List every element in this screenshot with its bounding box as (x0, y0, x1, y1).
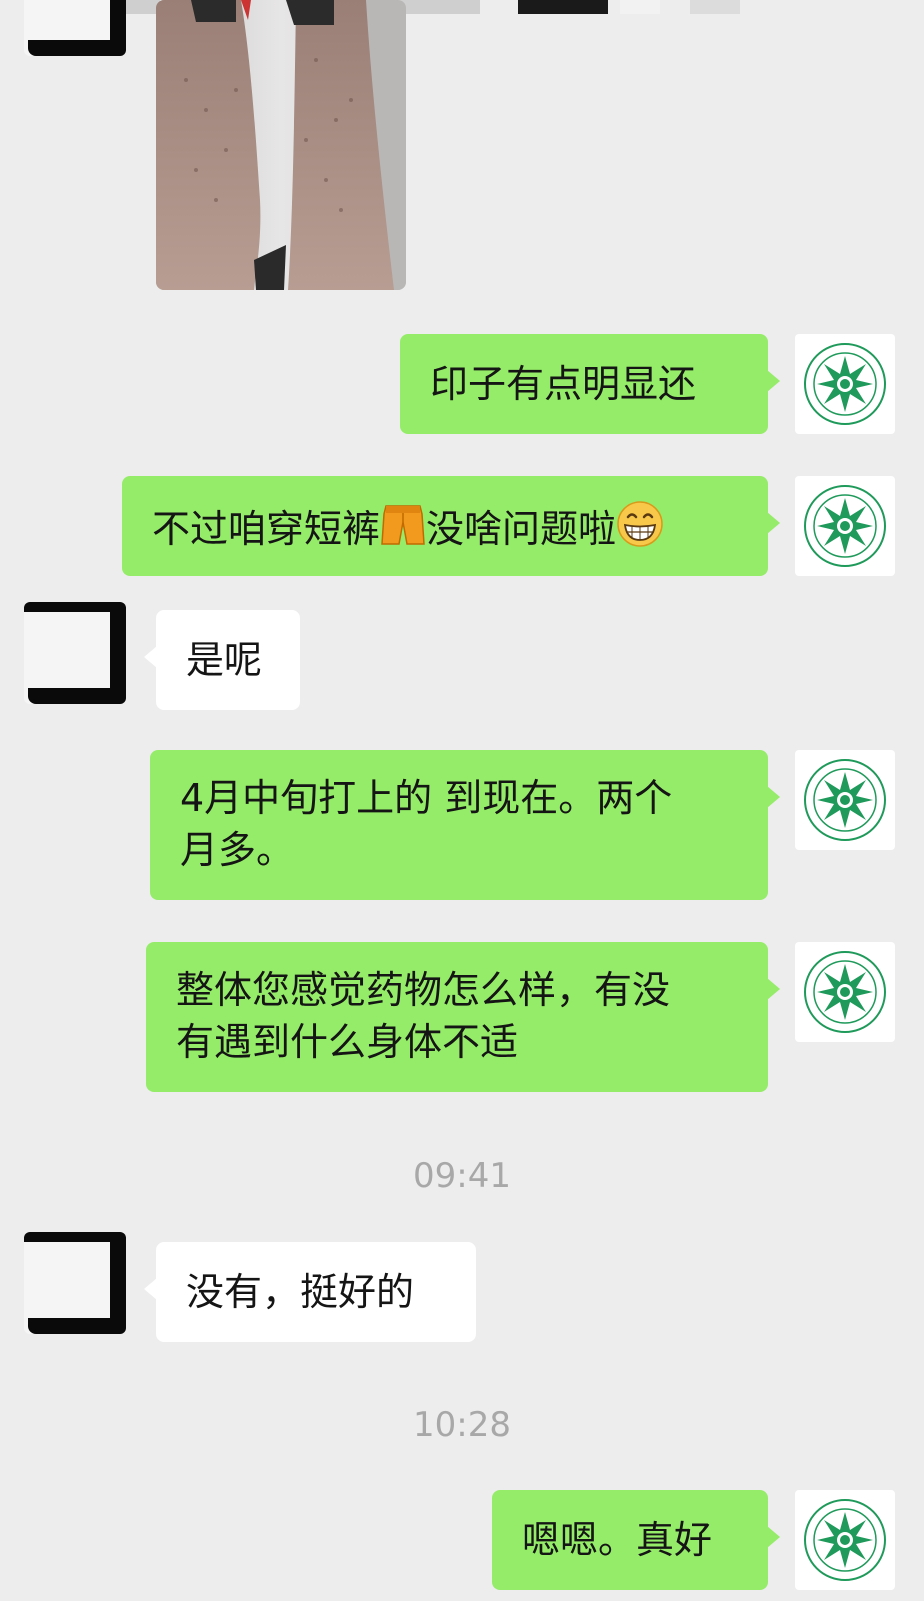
message-bubble-self[interactable]: 嗯嗯。真好 (492, 1490, 780, 1590)
contact-avatar[interactable] (24, 1232, 126, 1334)
message-text: 是呢 (186, 638, 263, 682)
status-bar (0, 0, 924, 24)
message-timestamp: 09:41 (413, 1156, 511, 1196)
green-star-seal-logo-icon (804, 485, 886, 567)
message-text-line: 月多。 (180, 828, 295, 872)
self-avatar[interactable] (795, 334, 895, 434)
message-text-line: 整体您感觉药物怎么样，有没 (176, 968, 671, 1012)
self-avatar[interactable] (795, 750, 895, 850)
message-timestamp: 10:28 (413, 1405, 511, 1445)
green-star-seal-logo-icon (804, 1499, 886, 1581)
self-avatar[interactable] (795, 476, 895, 576)
message-text-line: 有遇到什么身体不适 (176, 1020, 519, 1064)
grinning-face-emoji-icon (617, 501, 663, 547)
green-star-seal-logo-icon (804, 343, 886, 425)
message-text: 没有，挺好的 (186, 1270, 415, 1314)
green-star-seal-logo-icon (804, 951, 886, 1033)
message-bubble-self[interactable]: 整体您感觉药物怎么样，有没 有遇到什么身体不适 (146, 942, 780, 1092)
message-bubble-self[interactable]: 4月中旬打上的 到现在。两个 月多。 (150, 750, 780, 900)
message-bubble-self[interactable]: 印子有点明显还 (400, 334, 780, 434)
message-text: 没啥问题啦 (426, 507, 617, 551)
chat-image-photo[interactable] (156, 0, 406, 290)
contact-avatar[interactable] (24, 0, 126, 56)
shorts-emoji-icon (381, 505, 425, 545)
contact-avatar[interactable] (24, 602, 126, 704)
green-star-seal-logo-icon (804, 759, 886, 841)
message-text: 印子有点明显还 (430, 362, 697, 406)
message-bubble-other[interactable]: 是呢 (144, 610, 300, 710)
message-text: 不过咱穿短裤 (152, 507, 381, 551)
self-avatar[interactable] (795, 1490, 895, 1590)
message-text: 嗯嗯。真好 (522, 1518, 713, 1562)
self-avatar[interactable] (795, 942, 895, 1042)
message-text-line: 4月中旬打上的 到现在。两个 (180, 776, 673, 820)
message-bubble-other[interactable]: 没有，挺好的 (144, 1242, 476, 1342)
message-bubble-self[interactable]: 不过咱穿短裤 没啥问题啦 (122, 476, 780, 576)
